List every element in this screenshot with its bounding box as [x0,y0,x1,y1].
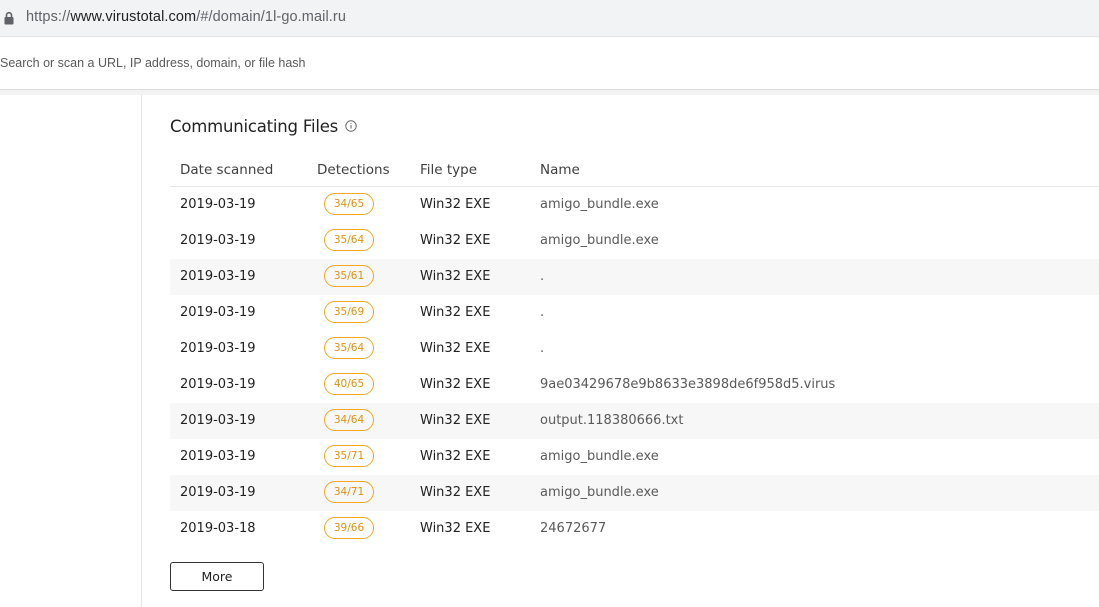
url-host: www.virustotal.com [70,9,197,25]
date-cell: 2019-03-19 [180,305,256,320]
files-table-body: 2019-03-19 34/65 Win32 EXE amigo_bundle.… [170,187,1099,547]
detections-badge[interactable]: 34/65 [324,193,374,215]
table-row[interactable]: 2019-03-19 35/64 Win32 EXE . [170,331,1099,367]
info-circle-icon[interactable] [345,120,357,132]
table-row[interactable]: 2019-03-19 35/61 Win32 EXE . [170,259,1099,295]
column-header-date[interactable]: Date scanned [180,162,273,178]
file-name-link[interactable]: . [540,269,544,284]
more-button[interactable]: More [170,562,264,591]
file-type-cell: Win32 EXE [420,521,491,536]
column-header-name[interactable]: Name [540,162,580,178]
file-type-cell: Win32 EXE [420,269,491,284]
file-type-cell: Win32 EXE [420,305,491,320]
date-cell: 2019-03-19 [180,233,256,248]
file-type-cell: Win32 EXE [420,197,491,212]
column-header-detections[interactable]: Detections [317,162,390,178]
file-type-cell: Win32 EXE [420,485,491,500]
sidebar [0,95,142,607]
table-row[interactable]: 2019-03-19 34/64 Win32 EXE output.118380… [170,403,1099,439]
date-cell: 2019-03-19 [180,269,256,284]
file-type-cell: Win32 EXE [420,449,491,464]
file-name-link[interactable]: output.118380666.txt [540,413,683,428]
date-cell: 2019-03-18 [180,521,256,536]
file-name-link[interactable]: amigo_bundle.exe [540,233,659,248]
detections-badge[interactable]: 35/64 [324,337,374,359]
url-text[interactable]: https://www.virustotal.com/#/domain/1l-g… [26,9,346,25]
file-name-link[interactable]: . [540,341,544,356]
table-row[interactable]: 2019-03-19 35/64 Win32 EXE amigo_bundle.… [170,223,1099,259]
table-row[interactable]: 2019-03-19 35/69 Win32 EXE . [170,295,1099,331]
table-row[interactable]: 2019-03-19 40/65 Win32 EXE 9ae03429678e9… [170,367,1099,403]
detections-badge[interactable]: 39/66 [324,517,374,539]
detections-badge[interactable]: 40/65 [324,373,374,395]
section-title: Communicating Files [170,117,339,136]
table-row[interactable]: 2019-03-18 39/66 Win32 EXE 24672677 [170,511,1099,547]
date-cell: 2019-03-19 [180,377,256,392]
lock-icon [4,11,14,25]
detections-badge[interactable]: 34/71 [324,481,374,503]
file-type-cell: Win32 EXE [420,377,491,392]
table-header: Date scanned Detections File type Name [170,156,1099,187]
detections-badge[interactable]: 35/64 [324,229,374,251]
file-name-link[interactable]: amigo_bundle.exe [540,449,659,464]
date-cell: 2019-03-19 [180,413,256,428]
search-bar [0,37,1099,90]
detections-badge[interactable]: 34/64 [324,409,374,431]
file-name-link[interactable]: amigo_bundle.exe [540,485,659,500]
url-path: /#/domain/1l-go.mail.ru [196,9,347,25]
communicating-files-card: Communicating Files Date scanned Detecti… [142,95,1099,607]
column-header-file-type[interactable]: File type [420,162,477,178]
browser-address-bar[interactable]: https://www.virustotal.com/#/domain/1l-g… [0,0,1099,37]
table-row[interactable]: 2019-03-19 34/71 Win32 EXE amigo_bundle.… [170,475,1099,511]
file-name-link[interactable]: . [540,305,544,320]
date-cell: 2019-03-19 [180,485,256,500]
file-name-link[interactable]: amigo_bundle.exe [540,197,659,212]
file-type-cell: Win32 EXE [420,233,491,248]
table-row[interactable]: 2019-03-19 35/71 Win32 EXE amigo_bundle.… [170,439,1099,475]
search-input[interactable] [0,37,1080,89]
table-row[interactable]: 2019-03-19 34/65 Win32 EXE amigo_bundle.… [170,187,1099,223]
file-type-cell: Win32 EXE [420,413,491,428]
detections-badge[interactable]: 35/61 [324,265,374,287]
date-cell: 2019-03-19 [180,341,256,356]
date-cell: 2019-03-19 [180,449,256,464]
url-prefix: https:// [26,9,71,25]
file-type-cell: Win32 EXE [420,341,491,356]
detections-badge[interactable]: 35/71 [324,445,374,467]
file-name-link[interactable]: 24672677 [540,521,606,536]
file-name-link[interactable]: 9ae03429678e9b8633e3898de6f958d5.virus [540,377,835,392]
detections-badge[interactable]: 35/69 [324,301,374,323]
date-cell: 2019-03-19 [180,197,256,212]
